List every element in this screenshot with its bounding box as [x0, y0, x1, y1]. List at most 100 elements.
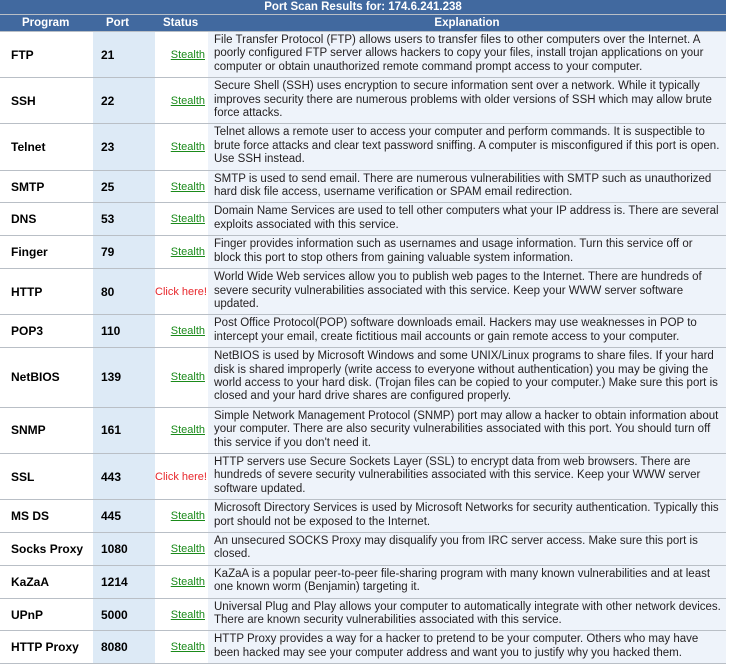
- cell-port: 22: [93, 77, 155, 125]
- cell-port: 161: [93, 407, 155, 454]
- cell-status: Stealth: [155, 235, 208, 270]
- cell-status: Stealth: [155, 347, 208, 408]
- table-body: FTP 21 Stealth File Transfer Protocol (FTP)…: [0, 31, 727, 664]
- cell-program: SSH: [0, 77, 93, 125]
- cell-port: 8080: [93, 630, 155, 664]
- column-header-port: Port: [93, 14, 155, 32]
- table-row: DNS 53 Stealth Domain Name Services are use…: [0, 202, 727, 237]
- stealth-status-link[interactable]: Stealth: [171, 181, 205, 193]
- cell-explanation: Simple Network Management Protocol (SNMP…: [208, 407, 727, 454]
- cell-explanation: SMTP is used to send email. There are nu…: [208, 170, 727, 204]
- table-row: FTP 21 Stealth File Transfer Protocol (FTP)…: [0, 31, 727, 79]
- cell-status: Stealth: [155, 77, 208, 125]
- table-row: KaZaA 1214 Stealth KaZaA is a popular peer-…: [0, 565, 727, 599]
- title-row: Port Scan Results for: 174.6.241.238: [0, 0, 727, 15]
- stealth-status-link[interactable]: Stealth: [171, 641, 205, 653]
- stealth-status-link[interactable]: Stealth: [171, 510, 205, 522]
- cell-status: Stealth: [155, 630, 208, 664]
- cell-port: 139: [93, 347, 155, 408]
- stealth-status-link[interactable]: Stealth: [171, 576, 205, 588]
- column-header-row: Program Port Status Explanation: [0, 14, 727, 32]
- table-row: Socks Proxy 1080 Stealth An unsecured SOCKS…: [0, 532, 727, 566]
- cell-port: 445: [93, 499, 155, 533]
- table-row: SMTP 25 Stealth SMTP is used to send email.…: [0, 170, 727, 204]
- cell-program: DNS: [0, 202, 93, 237]
- cell-port: 110: [93, 314, 155, 349]
- stealth-status-link[interactable]: Stealth: [171, 49, 205, 61]
- cell-status: Stealth: [155, 532, 208, 566]
- cell-explanation: Universal Plug and Play allows your comp…: [208, 598, 727, 632]
- cell-program: Socks Proxy: [0, 532, 93, 566]
- stealth-status-link[interactable]: Stealth: [171, 325, 205, 337]
- stealth-status-link[interactable]: Stealth: [171, 424, 205, 436]
- cell-explanation: Telnet allows a remote user to access yo…: [208, 123, 727, 171]
- cell-status: Stealth: [155, 170, 208, 204]
- table-row: Finger 79 Stealth Finger provides informati…: [0, 235, 727, 270]
- cell-port: 25: [93, 170, 155, 204]
- cell-explanation: Microsoft Directory Services is used by …: [208, 499, 727, 533]
- cell-status: Stealth: [155, 314, 208, 349]
- table-header: Port Scan Results for: 174.6.241.238 Pro…: [0, 0, 727, 32]
- stealth-status-link[interactable]: Stealth: [171, 141, 205, 153]
- stealth-status-link[interactable]: Stealth: [171, 371, 205, 383]
- table-row: UPnP 5000 Stealth Universal Plug and Play a…: [0, 598, 727, 632]
- cell-status: Stealth: [155, 123, 208, 171]
- port-scan-results-table: Port Scan Results for: 174.6.241.238 Pro…: [0, 0, 727, 664]
- cell-port: 5000: [93, 598, 155, 632]
- cell-program: HTTP Proxy: [0, 630, 93, 664]
- cell-status: Stealth: [155, 598, 208, 632]
- cell-explanation: KaZaA is a popular peer-to-peer file-sha…: [208, 565, 727, 599]
- cell-program: SNMP: [0, 407, 93, 454]
- cell-port: 21: [93, 31, 155, 79]
- cell-status: Stealth: [155, 202, 208, 237]
- cell-status: Stealth: [155, 499, 208, 533]
- cell-status: Stealth: [155, 565, 208, 599]
- cell-program: MS DS: [0, 499, 93, 533]
- cell-explanation: Domain Name Services are used to tell ot…: [208, 202, 727, 237]
- stealth-status-link[interactable]: Stealth: [171, 95, 205, 107]
- cell-port: 80: [93, 268, 155, 316]
- cell-port: 53: [93, 202, 155, 237]
- cell-explanation: Post Office Protocol(POP) software downl…: [208, 314, 727, 349]
- cell-explanation: World Wide Web services allow you to pub…: [208, 268, 727, 316]
- cell-program: Telnet: [0, 123, 93, 171]
- column-header-program: Program: [0, 14, 93, 32]
- cell-program: HTTP: [0, 268, 93, 316]
- cell-explanation: NetBIOS is used by Microsoft Windows and…: [208, 347, 727, 408]
- table-row: HTTP 80 Click here! World Wide Web services…: [0, 268, 727, 316]
- stealth-status-link[interactable]: Stealth: [171, 213, 205, 225]
- cell-port: 1214: [93, 565, 155, 599]
- table-row: MS DS 445 Stealth Microsoft Directory Servi…: [0, 499, 727, 533]
- cell-explanation: File Transfer Protocol (FTP) allows user…: [208, 31, 727, 79]
- stealth-status-link[interactable]: Stealth: [171, 246, 205, 258]
- cell-status: Click here!: [155, 453, 208, 501]
- table-row: Telnet 23 Stealth Telnet allows a remote us…: [0, 123, 727, 171]
- table-row: SSL 443 Click here! HTTP servers use Secure…: [0, 453, 727, 501]
- cell-explanation: Finger provides information such as user…: [208, 235, 727, 270]
- cell-program: NetBIOS: [0, 347, 93, 408]
- table-row: NetBIOS 139 Stealth NetBIOS is used by Micr…: [0, 347, 727, 408]
- table-row: SSH 22 Stealth Secure Shell (SSH) uses encr…: [0, 77, 727, 125]
- column-header-explanation: Explanation: [208, 14, 727, 32]
- cell-port: 79: [93, 235, 155, 270]
- cell-status: Stealth: [155, 31, 208, 79]
- stealth-status-link[interactable]: Stealth: [171, 543, 205, 555]
- cell-program: UPnP: [0, 598, 93, 632]
- table-row: POP3 110 Stealth Post Office Protocol(POP) …: [0, 314, 727, 349]
- table-row: SNMP 161 Stealth Simple Network Management …: [0, 407, 727, 454]
- cell-port: 443: [93, 453, 155, 501]
- cell-explanation: HTTP Proxy provides a way for a hacker t…: [208, 630, 727, 664]
- click-here-link[interactable]: Click here!: [155, 471, 207, 483]
- column-header-status: Status: [155, 14, 208, 32]
- cell-explanation: An unsecured SOCKS Proxy may disqualify …: [208, 532, 727, 566]
- page-title: Port Scan Results for: 174.6.241.238: [0, 0, 727, 15]
- cell-status: Stealth: [155, 407, 208, 454]
- table-row: HTTP Proxy 8080 Stealth HTTP Proxy provides…: [0, 630, 727, 664]
- stealth-status-link[interactable]: Stealth: [171, 609, 205, 621]
- cell-program: FTP: [0, 31, 93, 79]
- cell-port: 1080: [93, 532, 155, 566]
- cell-program: SMTP: [0, 170, 93, 204]
- cell-program: SSL: [0, 453, 93, 501]
- click-here-link[interactable]: Click here!: [155, 286, 207, 298]
- cell-explanation: Secure Shell (SSH) uses encryption to se…: [208, 77, 727, 125]
